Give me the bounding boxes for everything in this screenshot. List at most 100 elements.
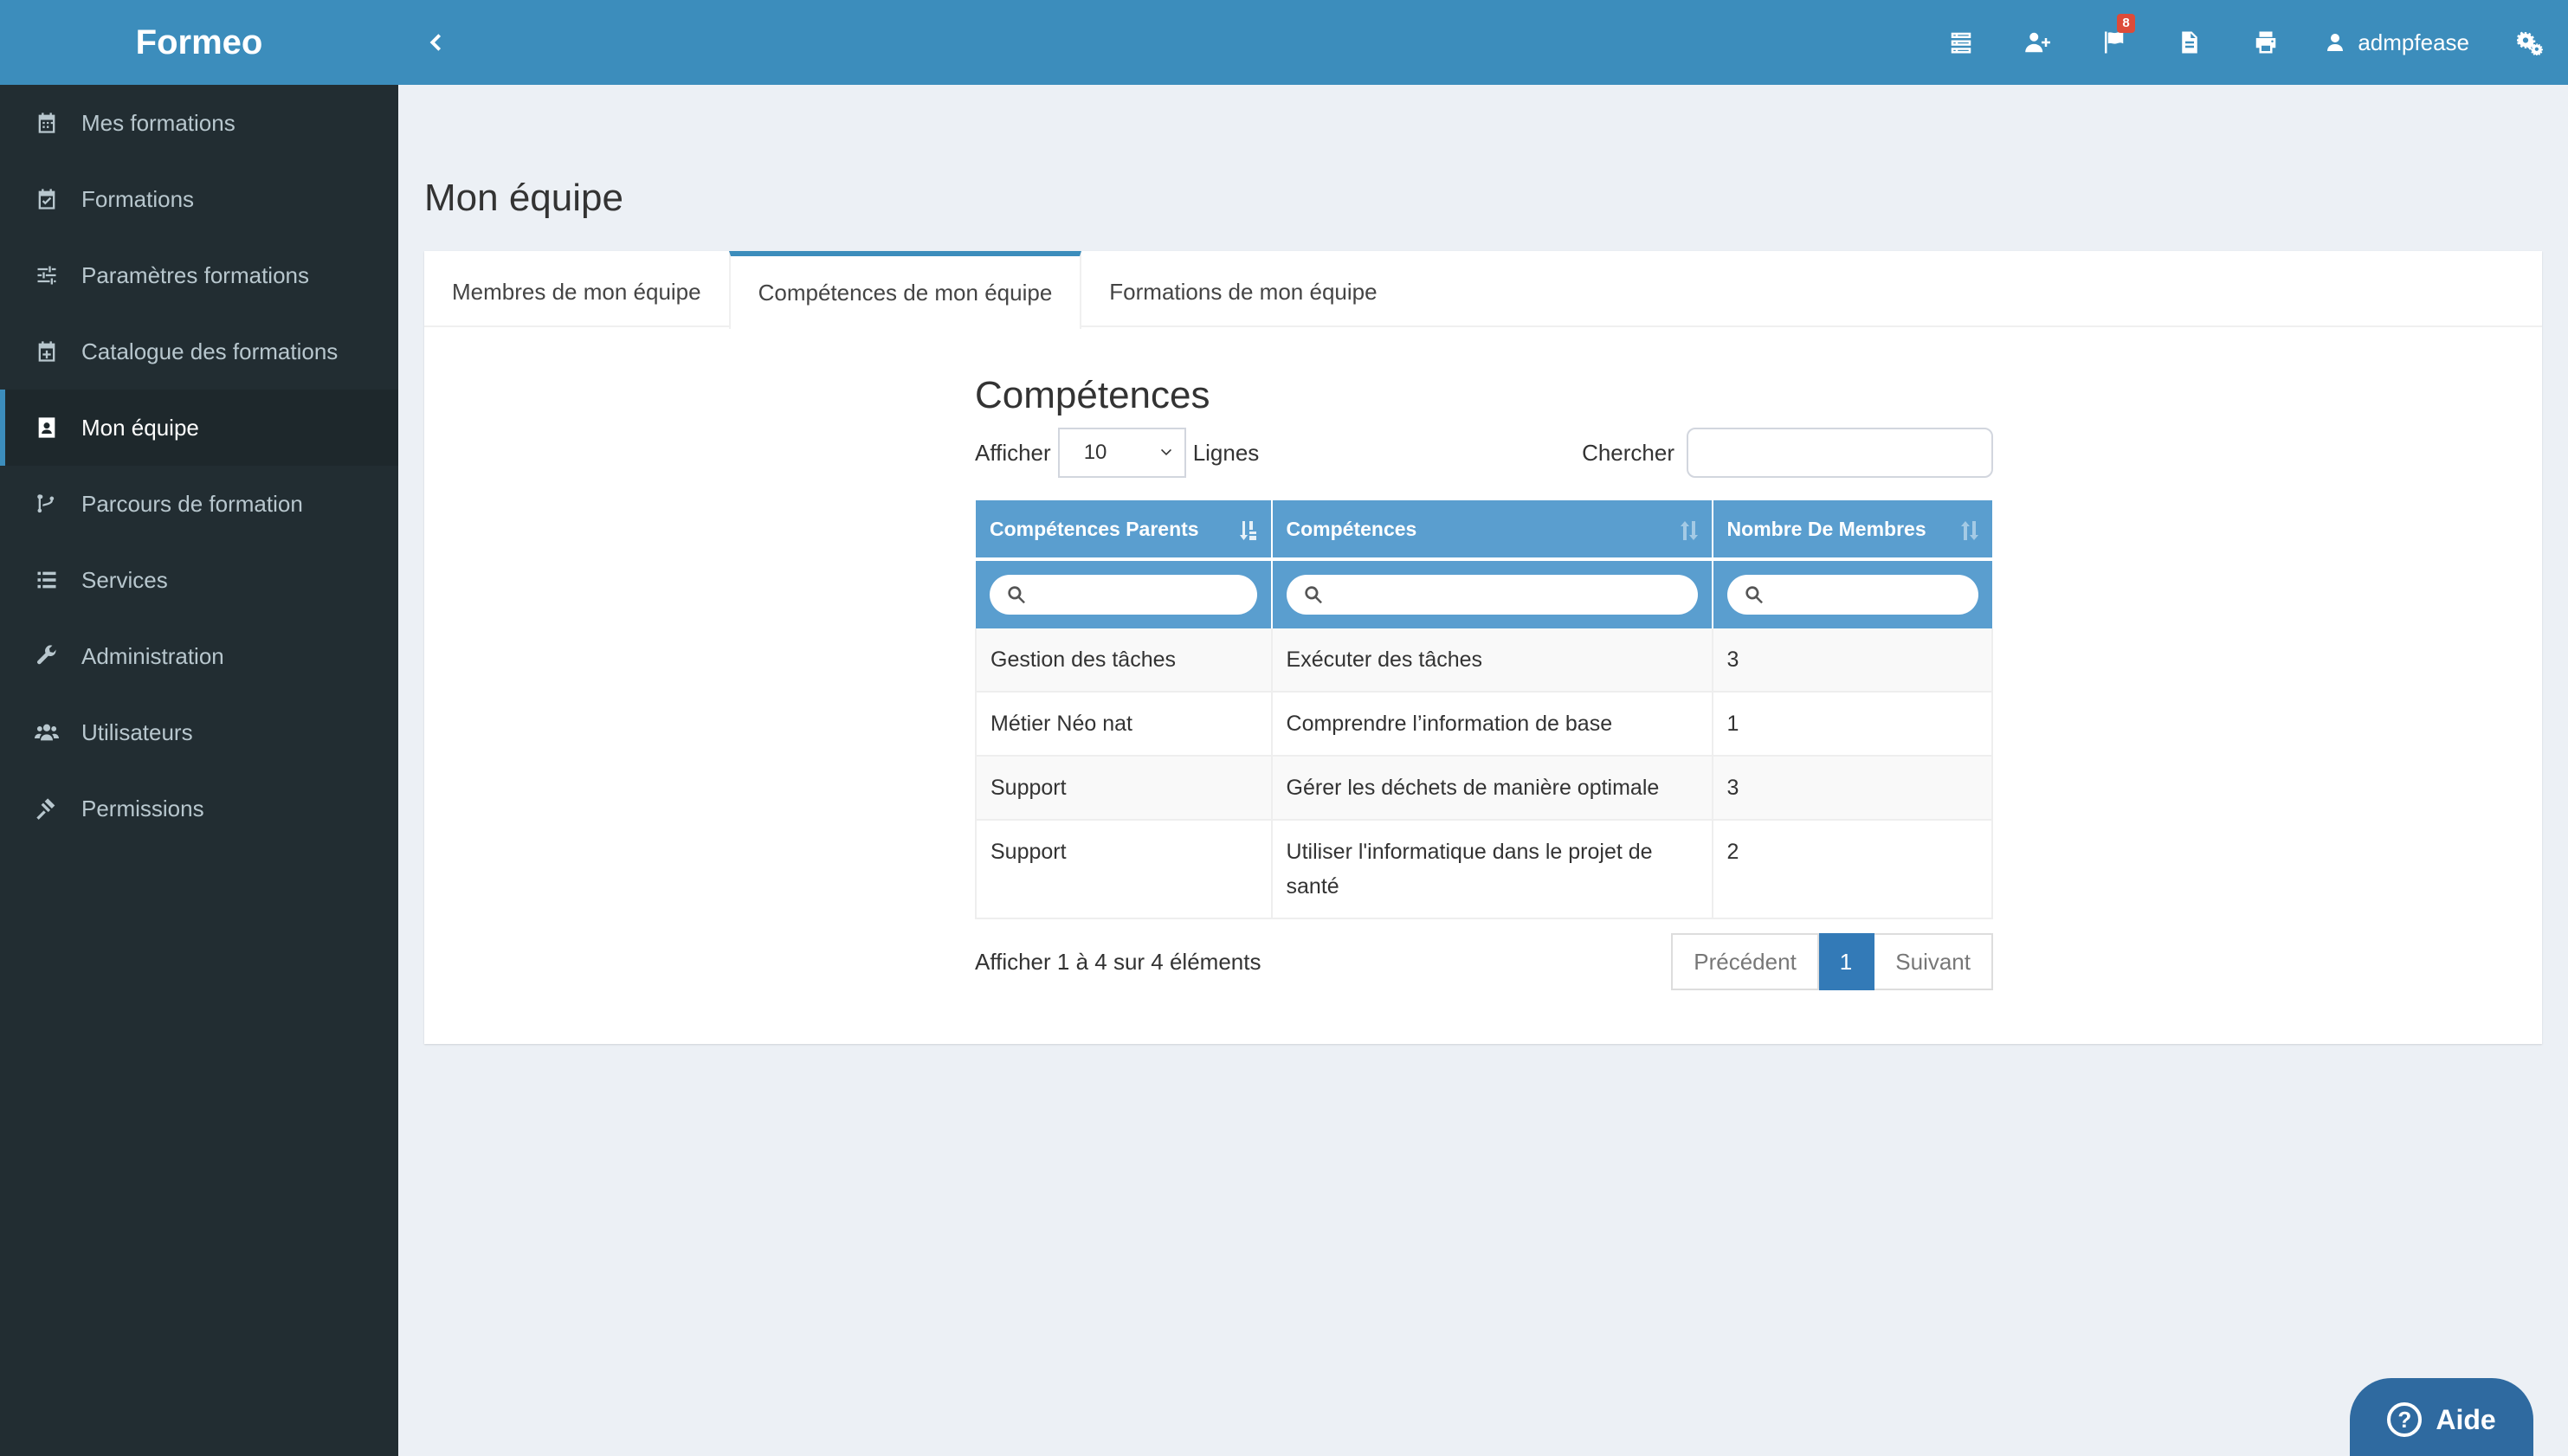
sidebar-item-parametres-formations[interactable]: Paramètres formations: [0, 237, 398, 313]
tab-competences[interactable]: Compétences de mon équipe: [728, 251, 1082, 329]
documents-button[interactable]: [2152, 0, 2228, 85]
settings-button[interactable]: [2492, 0, 2568, 85]
help-label: Aide: [2436, 1403, 2496, 1435]
sidebar-item-label: Administration: [81, 642, 224, 669]
chevron-left-icon: [429, 34, 442, 51]
sidebar-item-label: Services: [81, 566, 168, 593]
sidebar-item-label: Permissions: [81, 795, 204, 821]
cell-competence: Utiliser l'informatique dans le projet d…: [1271, 820, 1713, 919]
filter-cell: [976, 559, 1273, 628]
cell-members: 3: [1712, 628, 1994, 693]
competences-section: Compétences Afficher 10 Lignes Chercher …: [975, 374, 1994, 990]
printer-icon: [2256, 31, 2276, 54]
notification-badge: 8: [2117, 14, 2135, 33]
cell-parent: Support: [975, 756, 1273, 821]
page-size-value: 10: [1083, 441, 1107, 464]
cell-competence: Comprendre l’information de base: [1271, 692, 1713, 757]
filter-input-nombre[interactable]: [1726, 575, 1978, 615]
notifications-button[interactable]: 8: [2075, 0, 2152, 85]
page-size-select[interactable]: 10: [1057, 428, 1186, 478]
username-label: admpfease: [2358, 29, 2469, 55]
table-info: Afficher 1 à 4 sur 4 éléments: [975, 948, 1261, 975]
show-label: Afficher: [975, 439, 1051, 466]
previous-page-button[interactable]: Précédent: [1671, 933, 1819, 990]
brand-logo[interactable]: Formeo: [0, 0, 398, 85]
sort-icon: [1679, 519, 1700, 542]
contact-card-icon: [35, 416, 59, 440]
page-title: Mon équipe: [424, 177, 623, 219]
user-icon: [2327, 34, 2344, 51]
filter-input-parents[interactable]: [990, 575, 1257, 615]
branch-icon: [35, 492, 59, 516]
gavel-icon: [35, 796, 59, 821]
cell-competence: Gérer les déchets de manière optimale: [1271, 756, 1713, 821]
top-navbar: 8 admpfease: [398, 0, 2568, 85]
table-row[interactable]: Métier Néo nat Comprendre l’information …: [975, 692, 1994, 757]
rows-label: Lignes: [1192, 439, 1260, 466]
page-button-current[interactable]: 1: [1818, 933, 1875, 990]
sidebar-item-catalogue-des-formations[interactable]: Catalogue des formations: [0, 313, 398, 390]
search-icon: [1008, 586, 1025, 604]
sidebar-item-permissions[interactable]: Permissions: [0, 770, 398, 847]
cell-competence: Exécuter des tâches: [1271, 628, 1713, 693]
sidebar-item-parcours-de-formation[interactable]: Parcours de formation: [0, 466, 398, 542]
user-menu[interactable]: admpfease: [2304, 0, 2492, 85]
sidebar-item-label: Parcours de formation: [81, 490, 303, 517]
next-page-button[interactable]: Suivant: [1874, 933, 1993, 990]
chevron-down-icon: [1160, 448, 1171, 455]
sidebar: Formeo Mes formations Formations Paramèt…: [0, 0, 398, 1456]
cell-members: 3: [1712, 756, 1994, 821]
tab-bar: Membres de mon équipe Compétences de mon…: [424, 251, 2542, 329]
flag-icon: [2105, 31, 2124, 54]
filter-cell: [1712, 559, 1992, 628]
sidebar-item-label: Formations: [81, 185, 195, 212]
users-icon: [35, 720, 59, 744]
server-icon: [1952, 32, 1971, 54]
top-right-menu: 8 admpfease: [1923, 0, 2568, 85]
cell-members: 1: [1712, 692, 1994, 757]
sidebar-item-mes-formations[interactable]: Mes formations: [0, 85, 398, 161]
file-icon: [2182, 31, 2198, 54]
sidebar-item-formations[interactable]: Formations: [0, 161, 398, 237]
section-title: Compétences: [975, 374, 1210, 416]
sidebar-item-label: Mes formations: [81, 109, 236, 136]
sidebar-item-utilisateurs[interactable]: Utilisateurs: [0, 694, 398, 770]
sidebar-item-label: Paramètres formations: [81, 261, 309, 288]
sidebar-item-mon-equipe[interactable]: Mon équipe: [0, 390, 398, 466]
cell-parent: Gestion des tâches: [975, 628, 1273, 693]
print-button[interactable]: [2228, 0, 2304, 85]
sidebar-item-administration[interactable]: Administration: [0, 618, 398, 694]
competences-table: Compétences Parents Compétences Nombre D…: [975, 500, 1994, 919]
calendar-plus-icon: [35, 339, 59, 364]
wrench-icon: [35, 644, 59, 668]
sidebar-item-label: Mon équipe: [81, 414, 199, 441]
filter-input-competences[interactable]: [1286, 575, 1698, 615]
help-button[interactable]: ? Aide: [2350, 1378, 2533, 1456]
sidebar-item-label: Catalogue des formations: [81, 338, 339, 364]
tab-formations[interactable]: Formations de mon équipe: [1081, 251, 1404, 327]
calendar-check-icon: [35, 187, 59, 211]
column-header-competences[interactable]: Compétences: [1271, 500, 1713, 561]
table-row[interactable]: Support Gérer les déchets de manière opt…: [975, 756, 1994, 821]
cell-members: 2: [1712, 820, 1994, 919]
search-label: Chercher: [1582, 439, 1674, 466]
table-controls: Afficher 10 Lignes Chercher: [975, 428, 1993, 478]
column-header-parents[interactable]: Compétences Parents: [976, 500, 1273, 561]
table-row[interactable]: Support Utiliser l'informatique dans le …: [975, 820, 1994, 919]
column-header-nombre-membres[interactable]: Nombre De Membres: [1712, 500, 1992, 561]
server-list-button[interactable]: [1923, 0, 1999, 85]
add-user-button[interactable]: [1999, 0, 2075, 85]
sidebar-item-services[interactable]: Services: [0, 542, 398, 618]
gears-icon: [2517, 31, 2543, 55]
sidebar-toggle-button[interactable]: [400, 0, 469, 85]
tab-membres[interactable]: Membres de mon équipe: [424, 251, 729, 327]
search-input[interactable]: [1687, 428, 1993, 478]
team-panel: Membres de mon équipe Compétences de mon…: [424, 251, 2542, 1044]
pagination: Précédent 1 Suivant: [1671, 933, 1993, 990]
sort-asc-icon: [1238, 519, 1259, 542]
question-circle-icon: ?: [2387, 1402, 2423, 1437]
sliders-icon: [35, 263, 59, 287]
table-row[interactable]: Gestion des tâches Exécuter des tâches 3: [975, 628, 1994, 693]
user-plus-icon: [2025, 32, 2051, 53]
list-icon: [35, 568, 59, 592]
